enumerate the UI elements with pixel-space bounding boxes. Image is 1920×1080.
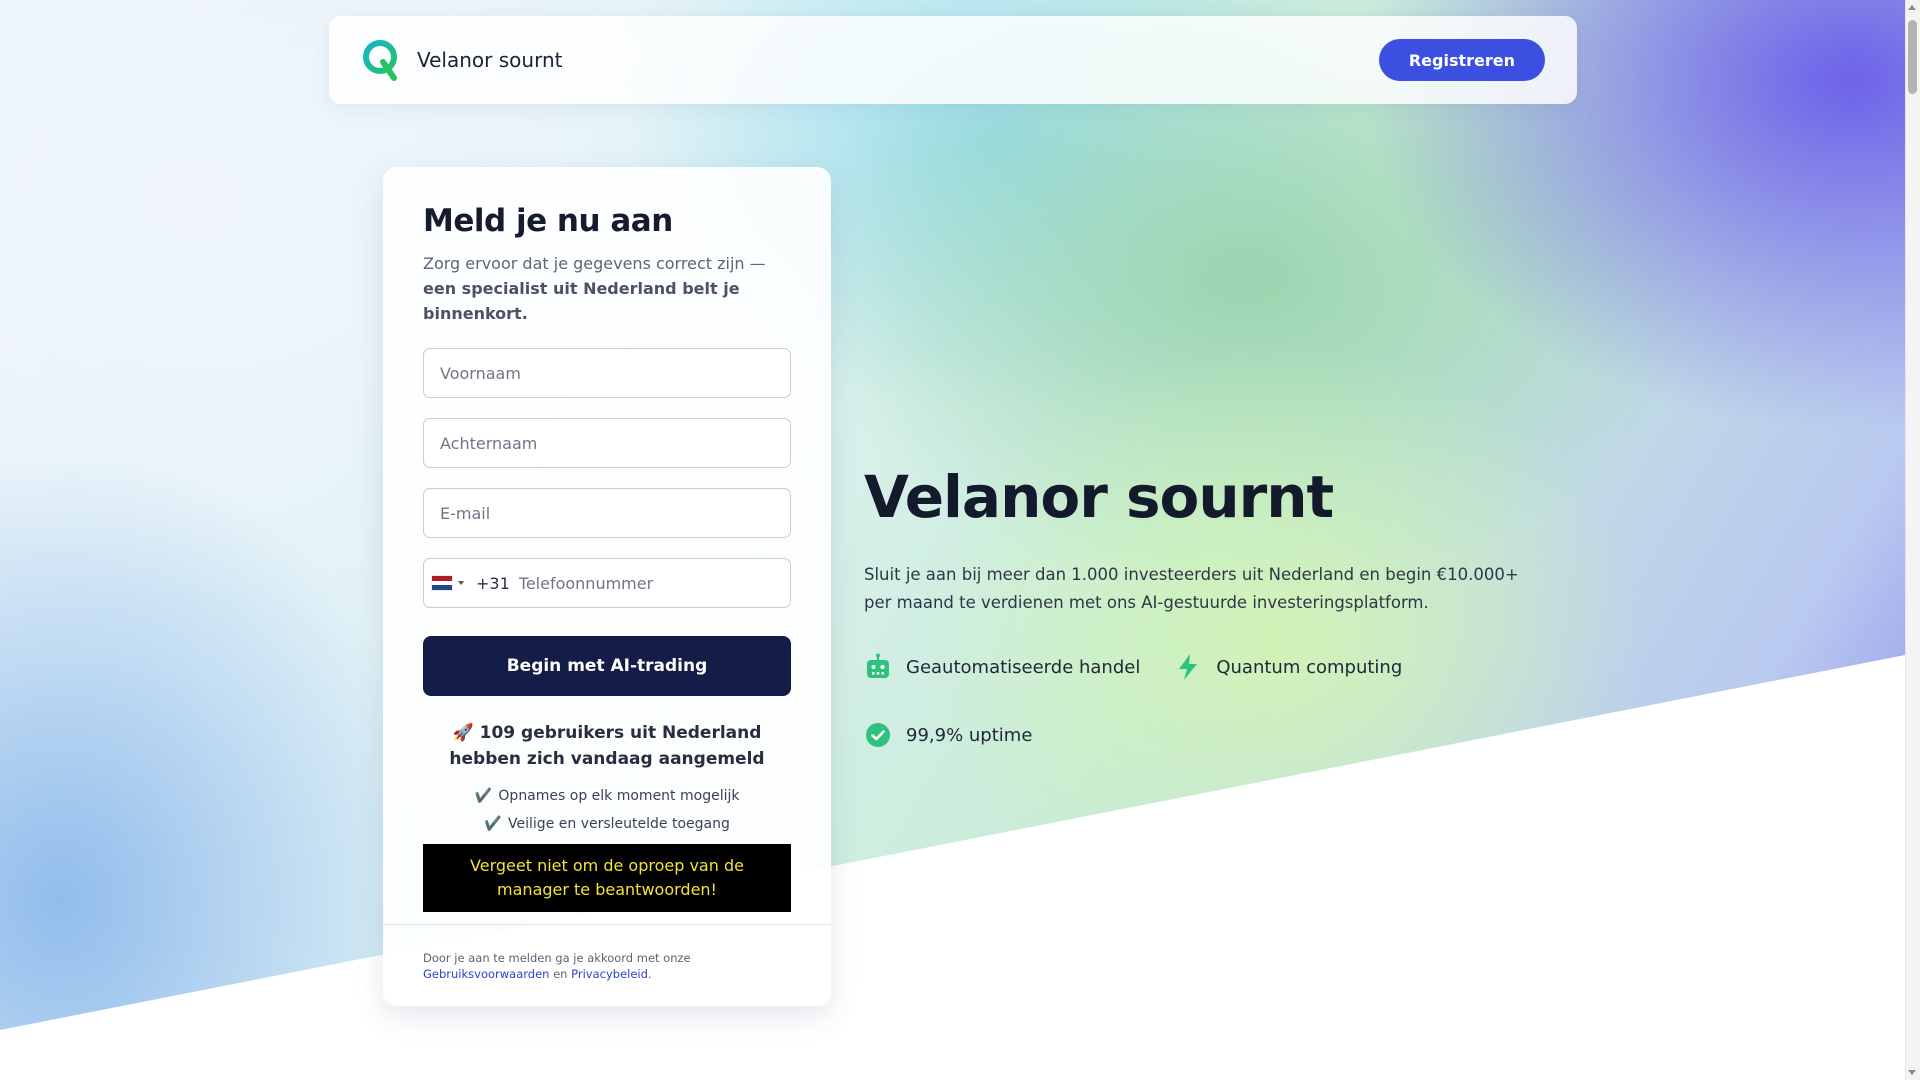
first-name-input[interactable] [423, 348, 791, 398]
robot-icon [867, 653, 889, 678]
hero-title: Velanor sournt [864, 463, 1334, 531]
scroll-down-arrow-icon[interactable] [1908, 1070, 1916, 1075]
brand[interactable]: Velanor sournt [361, 38, 562, 82]
feature-label: Quantum computing [1216, 656, 1403, 678]
check-item-label: Veilige en versleutelde toegang [508, 816, 730, 832]
signup-subtitle: Zorg ervoor dat je gegevens correct zijn… [423, 251, 791, 326]
checkmark-icon: ✔️ [474, 788, 492, 804]
submit-button[interactable]: Begin met AI-trading [423, 636, 791, 696]
hero-section: Velanor sournt Sluit je aan bij meer dan… [864, 457, 1564, 749]
signup-subtitle-bold: een specialist uit Nederland belt je bin… [423, 279, 740, 323]
feature-uptime: 99,9% uptime [864, 721, 1032, 749]
phone-input[interactable] [518, 560, 790, 606]
phone-field: +31 [423, 558, 791, 608]
signup-card: Meld je nu aan Zorg ervoor dat je gegeve… [383, 167, 831, 1006]
feature-label: 99,9% uptime [906, 724, 1033, 746]
scroll-up-arrow-icon[interactable] [1908, 5, 1916, 10]
feature-automated-trading: Geautomatiseerde handel [864, 653, 1140, 681]
page: Velanor sournt Registreren Meld je nu aa… [0, 0, 1920, 1080]
checkmark-icon: ✔️ [484, 816, 502, 832]
feature-label: Geautomatiseerde handel [906, 656, 1141, 678]
last-name-input[interactable] [423, 418, 791, 468]
signup-title: Meld je nu aan [423, 203, 673, 239]
feature-list: Geautomatiseerde handel Quantum computin… [864, 653, 1544, 749]
feature-quantum-computing: Quantum computing [1174, 653, 1402, 681]
logo-icon [363, 40, 397, 81]
manager-call-notice: Vergeet niet om de oproep van de manager… [423, 844, 791, 912]
check-item: ✔️ Veilige en versleutelde toegang [423, 816, 791, 832]
phone-dial-code: +31 [476, 573, 510, 593]
privacy-link[interactable]: Privacybeleid [571, 967, 648, 981]
email-input[interactable] [423, 488, 791, 538]
register-button[interactable]: Registreren [1378, 39, 1545, 81]
legal-prefix: Door je aan te melden ga je akkoord met … [423, 951, 691, 965]
signup-subtitle-plain: Zorg ervoor dat je gegevens correct zijn… [423, 254, 766, 273]
signups-count-text: 🚀 109 gebruikers uit Nederland hebben zi… [449, 723, 765, 769]
check-item-label: Opnames op elk moment mogelijk [498, 788, 740, 804]
legal-and: en [549, 967, 572, 981]
legal-suffix: . [647, 967, 652, 981]
card-divider [383, 924, 831, 925]
hero-description: Sluit je aan bij meer dan 1.000 investee… [864, 565, 1519, 612]
brand-name: Velanor sournt [417, 48, 563, 72]
legal-text: Door je aan te melden ga je akkoord met … [423, 950, 791, 982]
scrollbar-thumb[interactable] [1908, 20, 1917, 94]
lightning-icon [1179, 654, 1198, 680]
check-item: ✔️ Opnames op elk moment mogelijk [423, 788, 791, 804]
terms-link[interactable]: Gebruiksvoorwaarden [423, 967, 549, 981]
top-navbar: Velanor sournt Registreren [329, 16, 1577, 104]
check-circle-icon [866, 723, 890, 747]
vertical-scrollbar[interactable] [1905, 0, 1920, 1080]
country-dropdown-caret-icon[interactable] [458, 581, 464, 585]
netherlands-flag-icon[interactable] [432, 576, 452, 591]
